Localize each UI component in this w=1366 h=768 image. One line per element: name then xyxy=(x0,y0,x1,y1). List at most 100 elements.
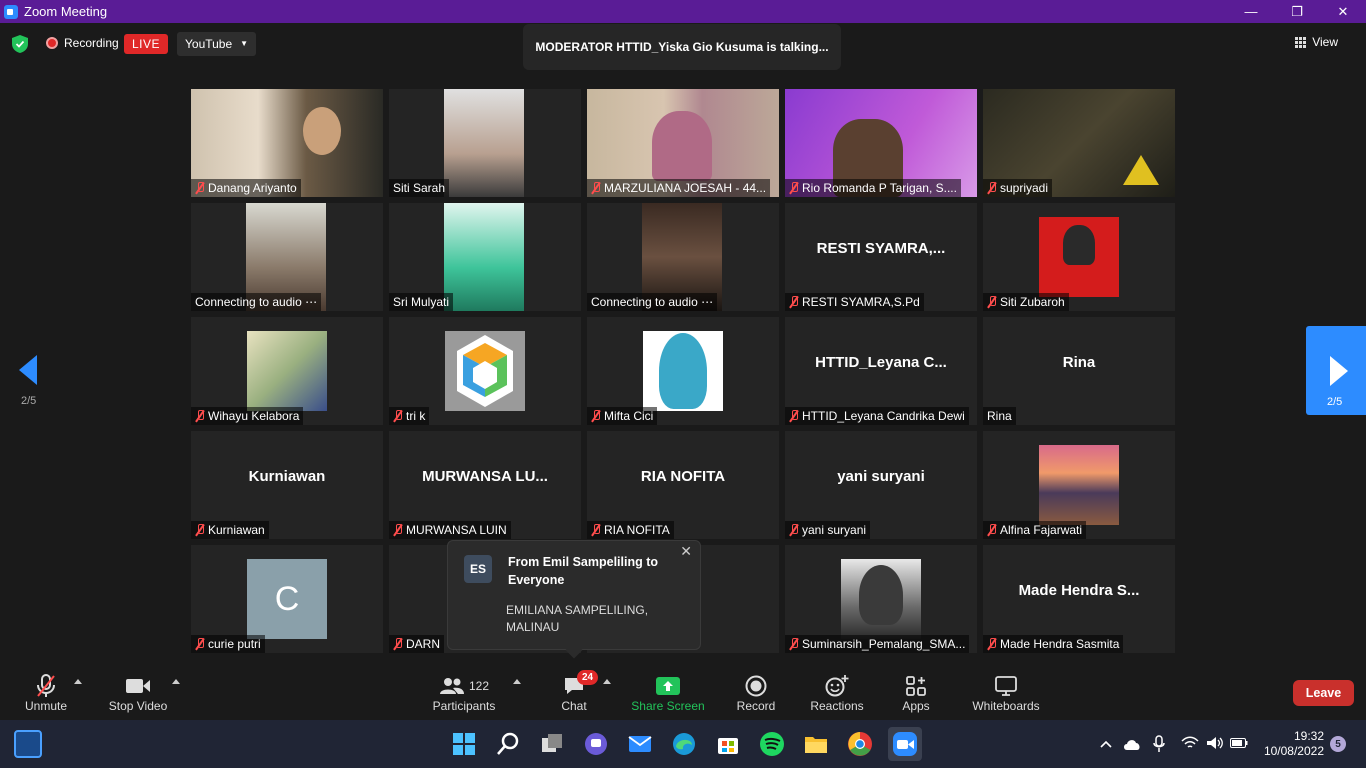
spotify-icon[interactable] xyxy=(758,730,786,758)
participant-tile[interactable]: Danang Ariyanto xyxy=(191,89,383,197)
store-icon[interactable] xyxy=(714,730,742,758)
view-label: View xyxy=(1312,35,1338,49)
participant-name: Siti Sarah xyxy=(389,179,450,197)
chat-message: EMILIANA SAMPELILING, MALINAU xyxy=(506,603,649,634)
participant-display-name: RIA NOFITA xyxy=(640,467,726,485)
video-options-chevron-icon[interactable] xyxy=(172,679,180,684)
close-window-button[interactable]: ✕ xyxy=(1320,0,1366,23)
file-explorer-icon[interactable] xyxy=(802,730,830,758)
participant-tile[interactable]: Alfina Fajarwati xyxy=(983,431,1175,539)
task-view-icon[interactable] xyxy=(538,730,566,758)
mic-muted-icon xyxy=(195,182,205,194)
search-icon[interactable] xyxy=(494,730,522,758)
mic-muted-icon xyxy=(591,410,601,422)
whiteboards-button[interactable]: Whiteboards xyxy=(968,673,1044,713)
zoom-app-icon xyxy=(4,4,18,19)
participant-name: curie putri xyxy=(191,635,265,653)
battery-icon[interactable] xyxy=(1230,738,1248,748)
participant-tile[interactable]: Made Hendra S... Made Hendra Sasmita xyxy=(983,545,1175,653)
onedrive-cloud-icon[interactable] xyxy=(1122,737,1142,751)
participants-button[interactable]: 122 Participants xyxy=(432,673,496,713)
participant-name: Wihayu Kelabora xyxy=(191,407,304,425)
chat-unread-badge: 24 xyxy=(577,670,599,685)
audio-options-chevron-icon[interactable] xyxy=(74,679,82,684)
stop-video-button[interactable]: Stop Video xyxy=(104,673,172,713)
recording-indicator[interactable]: Recording xyxy=(46,36,119,50)
close-icon[interactable]: ✕ xyxy=(680,543,692,560)
participant-tile[interactable]: RIA NOFITA RIA NOFITA xyxy=(587,431,779,539)
profile-photo xyxy=(1039,445,1119,525)
chrome-icon[interactable] xyxy=(846,730,874,758)
next-page-button[interactable]: 2/5 xyxy=(1306,326,1366,415)
record-label: Record xyxy=(736,699,776,713)
participant-name: Made Hendra Sasmita xyxy=(983,635,1124,653)
teams-chat-icon[interactable] xyxy=(582,730,610,758)
participant-name: Alfina Fajarwati xyxy=(983,521,1087,539)
volume-icon[interactable] xyxy=(1206,736,1224,750)
participant-tile[interactable]: HTTID_Leyana C... HTTID_Leyana Candrika … xyxy=(785,317,977,425)
stream-target-dropdown[interactable]: YouTube ▼ xyxy=(177,32,257,56)
restore-button[interactable]: ❐ xyxy=(1274,0,1320,23)
desktop-icon[interactable] xyxy=(14,730,42,758)
participant-tile[interactable]: C curie putri xyxy=(191,545,383,653)
participants-count: 122 xyxy=(468,679,490,693)
mic-muted-icon xyxy=(195,524,205,536)
wifi-icon[interactable] xyxy=(1181,736,1199,750)
minimize-button[interactable]: — xyxy=(1228,0,1274,23)
chat-options-chevron-icon[interactable] xyxy=(603,679,611,684)
participant-tile[interactable]: Rina Rina xyxy=(983,317,1175,425)
active-speaker-banner: MODERATOR HTTID_Yiska Gio Kusuma is talk… xyxy=(523,24,841,70)
shield-icon[interactable] xyxy=(12,35,28,53)
participant-tile[interactable]: Mifta Cici xyxy=(587,317,779,425)
show-hidden-icons-chevron-icon[interactable] xyxy=(1099,738,1113,750)
edge-browser-icon[interactable] xyxy=(670,730,698,758)
participant-name: Mifta Cici xyxy=(587,407,658,425)
mail-icon[interactable] xyxy=(626,730,654,758)
system-clock[interactable]: 19:32 10/08/2022 xyxy=(1258,729,1324,759)
windows-taskbar: 19:32 10/08/2022 5 xyxy=(0,720,1366,768)
participant-tile[interactable]: MARZULIANA JOESAH - 44... xyxy=(587,89,779,197)
record-button[interactable]: Record xyxy=(734,673,778,713)
mic-muted-icon xyxy=(789,410,799,422)
record-icon xyxy=(745,675,767,697)
participant-tile[interactable]: Wihayu Kelabora xyxy=(191,317,383,425)
leave-button[interactable]: Leave xyxy=(1293,680,1354,706)
participant-tile[interactable]: Suminarsih_Pemalang_SMA... xyxy=(785,545,977,653)
participant-display-name: MURWANSA LU... xyxy=(422,467,548,485)
participant-name: tri k xyxy=(389,407,430,425)
microphone-icon[interactable] xyxy=(1153,735,1165,753)
participant-tile[interactable]: Siti Zubaroh xyxy=(983,203,1175,311)
participant-tile[interactable]: Connecting to audio ⋯ xyxy=(191,203,383,311)
participant-tile[interactable]: Sri Mulyati xyxy=(389,203,581,311)
participant-tile[interactable]: tri k xyxy=(389,317,581,425)
participant-tile[interactable]: Connecting to audio ⋯ xyxy=(587,203,779,311)
participant-tile[interactable]: Kurniawan Kurniawan xyxy=(191,431,383,539)
participant-display-name: Kurniawan xyxy=(248,467,326,485)
participants-options-chevron-icon[interactable] xyxy=(513,679,521,684)
participant-tile[interactable]: MURWANSA LU... MURWANSA LUIN xyxy=(389,431,581,539)
participant-tile[interactable]: yani suryani yani suryani xyxy=(785,431,977,539)
previous-page-button[interactable]: 2/5 xyxy=(14,355,46,415)
participant-tile[interactable]: Rio Romanda P Tarigan, S.... xyxy=(785,89,977,197)
notification-badge[interactable]: 5 xyxy=(1330,736,1346,752)
unmute-button[interactable]: Unmute xyxy=(18,673,74,713)
windows-start-icon[interactable] xyxy=(450,730,478,758)
participant-face xyxy=(303,107,341,155)
participant-tile[interactable]: Siti Sarah xyxy=(389,89,581,197)
participant-tile[interactable]: RESTI SYAMRA,... RESTI SYAMRA,S.Pd xyxy=(785,203,977,311)
participant-tile[interactable]: supriyadi xyxy=(983,89,1175,197)
apps-label: Apps xyxy=(902,699,930,713)
apps-icon xyxy=(906,676,926,696)
reactions-button[interactable]: Reactions xyxy=(808,673,866,713)
clock-date: 10/08/2022 xyxy=(1263,744,1324,758)
participant-face xyxy=(659,333,707,409)
arrow-left-icon xyxy=(19,355,37,385)
view-button[interactable]: View xyxy=(1295,35,1338,49)
chat-notification-popup[interactable]: ES From Emil Sampeliling to Everyone EMI… xyxy=(447,540,701,659)
whiteboard-icon xyxy=(995,676,1017,696)
share-screen-button[interactable]: Share Screen xyxy=(630,673,706,713)
zoom-icon[interactable] xyxy=(891,730,919,758)
mic-muted-icon xyxy=(987,296,997,308)
apps-button[interactable]: Apps xyxy=(898,673,934,713)
chat-label: Chat xyxy=(561,699,587,713)
